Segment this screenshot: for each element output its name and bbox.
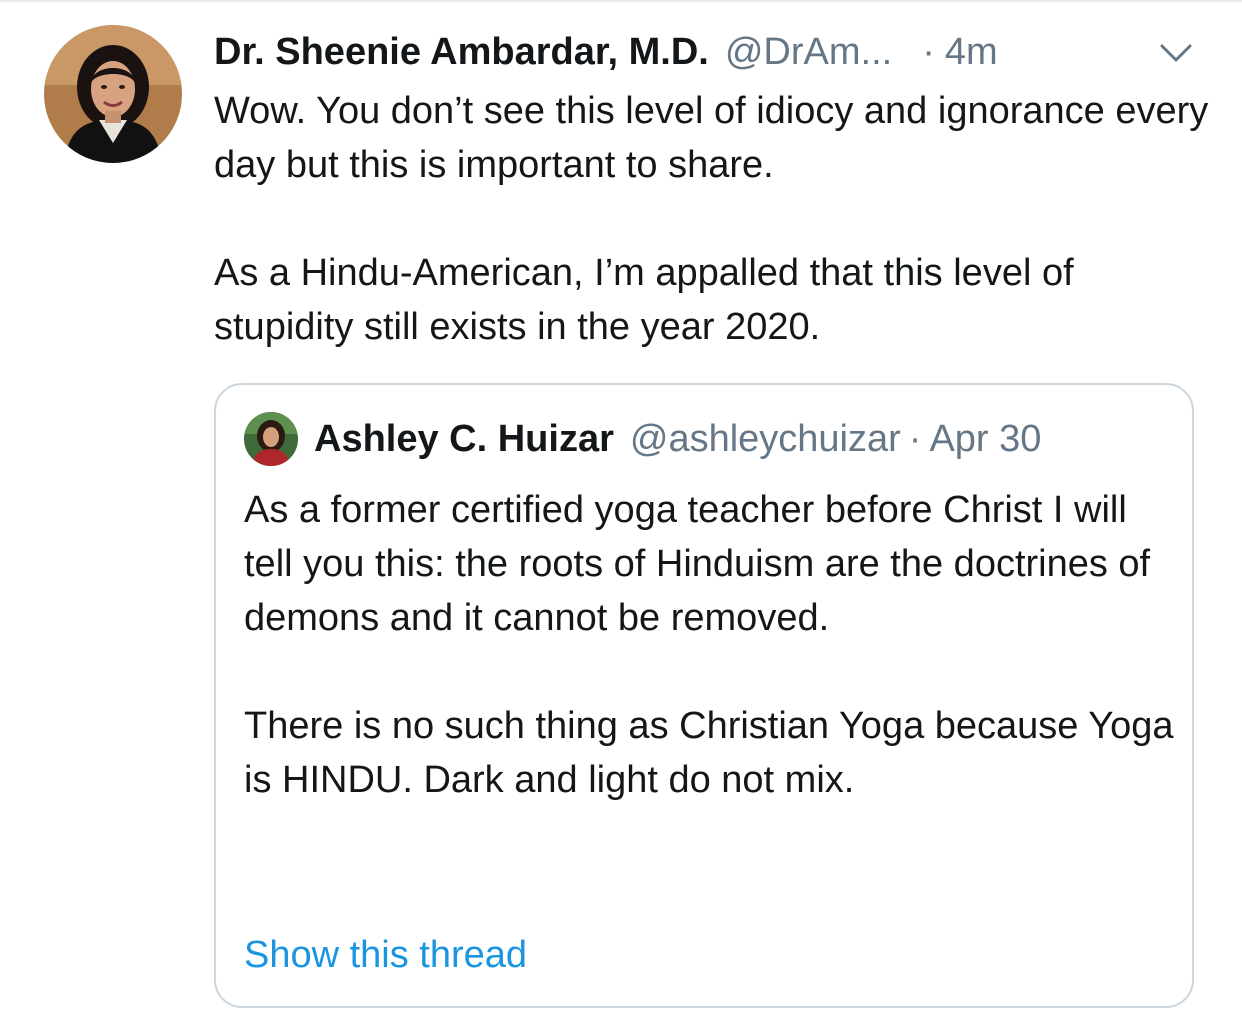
quoted-author-handle: @ashleychuizar	[629, 417, 901, 460]
tweet-text: Wow. You don’t see this level of idiocy …	[214, 84, 1214, 354]
quoted-author-name: Ashley C. Huizar	[314, 417, 614, 460]
author-handle[interactable]: @DrAm...	[725, 31, 892, 74]
separator-dot: ·	[922, 30, 935, 73]
chevron-down-icon[interactable]	[1158, 38, 1194, 66]
author-avatar[interactable]	[44, 25, 182, 163]
tweet-paragraph: Wow. You don’t see this level of idiocy …	[214, 90, 1209, 186]
separator-dot: ·	[908, 417, 922, 460]
quoted-paragraph: There is no such thing as Christian Yoga…	[244, 705, 1174, 801]
quoted-paragraph: As a former certified yoga teacher befor…	[244, 489, 1151, 639]
quoted-tweet-date: Apr 30	[929, 417, 1042, 460]
author-display-name[interactable]: Dr. Sheenie Ambardar, M.D.	[214, 31, 709, 74]
show-thread-link[interactable]: Show this thread	[244, 928, 527, 982]
tweet-header: Dr. Sheenie Ambardar, M.D. @DrAm... · 4m	[214, 24, 1214, 80]
quoted-tweet-text: As a former certified yoga teacher befor…	[244, 483, 1174, 807]
quoted-tweet-card[interactable]: Ashley C. Huizar @ashleychuizar · Apr 30…	[214, 383, 1194, 1008]
tweet-timestamp[interactable]: 4m	[945, 31, 998, 74]
tweet-paragraph: As a Hindu-American, I’m appalled that t…	[214, 252, 1074, 348]
quoted-author-avatar	[244, 412, 298, 466]
top-divider	[0, 0, 1242, 2]
quoted-tweet-header: Ashley C. Huizar @ashleychuizar · Apr 30	[314, 412, 1041, 466]
